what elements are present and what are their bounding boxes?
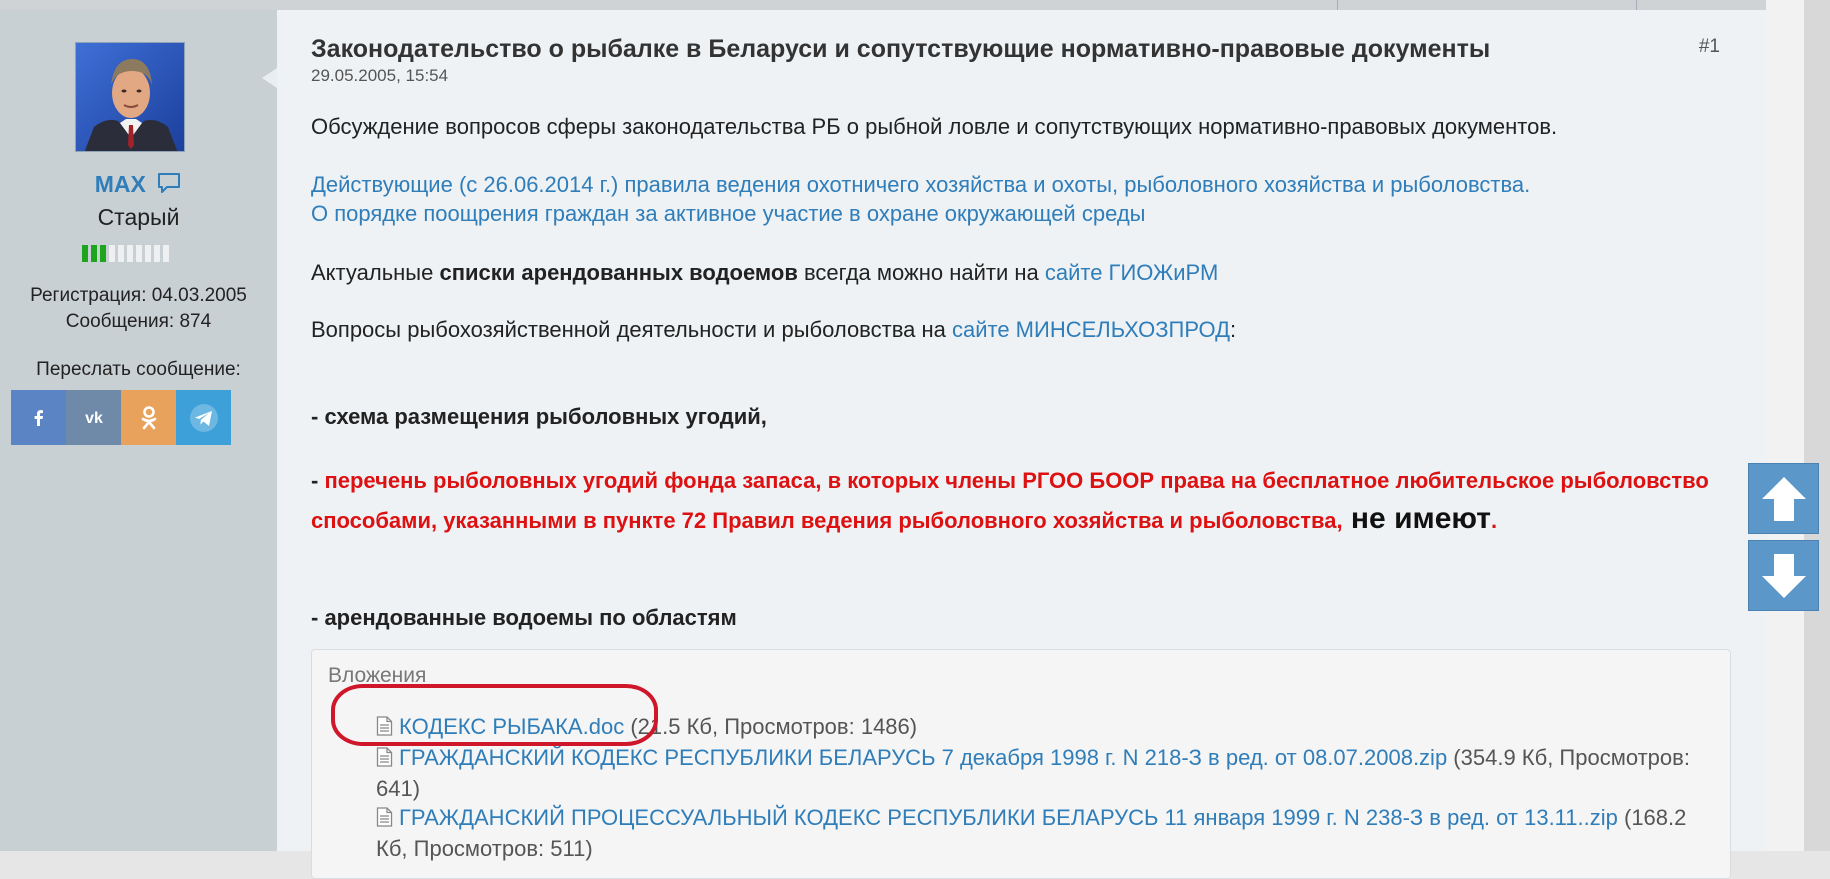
text-segment: :	[1230, 317, 1237, 342]
reputation-segment	[163, 245, 169, 262]
telegram-icon	[189, 403, 218, 432]
text-segment: Актуальные	[311, 260, 440, 285]
rented-by-region-line: - арендованные водоемы по областям	[311, 605, 737, 630]
right-rail-edge	[1804, 0, 1830, 851]
reputation-segment	[154, 245, 160, 262]
share-vk-button[interactable]: vk	[66, 390, 121, 445]
text-segment-bold: списки арендованных водоемов	[439, 260, 798, 285]
post-body: Законодательство о рыбалке в Беларуси и …	[277, 10, 1766, 879]
rules-link[interactable]: Действующие (с 26.06.2014 г.) правила ве…	[311, 172, 1530, 197]
user-meta: Регистрация: 04.03.2005 Сообщения: 874	[0, 283, 277, 335]
attachment-meta: (21.5 Кб, Просмотров: 1486)	[624, 714, 918, 739]
facebook-icon	[34, 409, 43, 426]
document-icon	[376, 805, 393, 834]
attachment-item: ГРАЖДАНСКИЙ ПРОЦЕССУАЛЬНЫЙ КОДЕКС РЕСПУБ…	[376, 803, 1696, 863]
right-rail	[1766, 0, 1804, 851]
document-icon	[376, 714, 393, 743]
scroll-to-top-button[interactable]	[1748, 463, 1819, 534]
reserve-emphasis-text: не имеют	[1342, 502, 1491, 535]
share-label: Переслать сообщение:	[36, 359, 241, 380]
reputation-segment	[145, 245, 151, 262]
reputation-segment	[91, 245, 97, 262]
text-segment: .	[1490, 508, 1498, 533]
user-title: Старый	[97, 204, 180, 230]
arrow-up-icon	[1761, 476, 1806, 521]
arrow-down-icon	[1761, 553, 1806, 598]
encouragement-link[interactable]: О порядке поощрения граждан за активное …	[311, 201, 1145, 226]
attachments-title: Вложения	[328, 664, 427, 687]
reputation-segment	[109, 245, 115, 262]
reputation-segment	[82, 245, 88, 262]
reserve-warning-text: перечень рыболовных угодий фонда запаса,…	[311, 468, 1709, 533]
minselhozprod-site-link[interactable]: сайте МИНСЕЛЬХОЗПРОД	[952, 317, 1230, 342]
post: Законодательство о рыбалке в Беларуси и …	[262, 10, 1766, 879]
top-strip-divider	[1636, 0, 1637, 10]
attachment-item: ГРАЖДАНСКИЙ КОДЕКС РЕСПУБЛИКИ БЕЛАРУСЬ 7…	[376, 743, 1696, 803]
reputation-segment	[118, 245, 124, 262]
share-buttons: vk	[11, 390, 231, 445]
user-info-column: MAX Старый Регистрация: 04.03.2005 Сообщ…	[0, 10, 277, 851]
avatar[interactable]	[75, 42, 185, 152]
post-number-link[interactable]: #1	[1699, 36, 1720, 58]
registration-date: Регистрация: 04.03.2005	[30, 285, 247, 306]
post-date: 29.05.2005, 15:54	[311, 66, 449, 85]
share-facebook-button[interactable]	[11, 390, 66, 445]
attachment-link[interactable]: КОДЕКС РЫБАКА.doc	[399, 714, 624, 739]
scroll-to-bottom-button[interactable]	[1748, 540, 1819, 611]
ministry-line: Вопросы рыбохозяйственной деятельности и…	[311, 317, 1236, 343]
share-telegram-button[interactable]	[176, 390, 231, 445]
reputation-segment	[100, 245, 106, 262]
rented-lists-line: Актуальные списки арендованных водоемов …	[311, 260, 1218, 286]
reputation-segment	[127, 245, 133, 262]
attachment-item: КОДЕКС РЫБАКА.doc (21.5 Кб, Просмотров: …	[376, 712, 1696, 743]
svg-text:vk: vk	[85, 410, 103, 427]
text-segment: всегда можно найти на	[797, 260, 1045, 285]
reserve-funds-line: - перечень рыболовных угодий фонда запас…	[311, 462, 1731, 540]
reputation-bar	[82, 245, 169, 262]
attachments-list: КОДЕКС РЫБАКА.doc (21.5 Кб, Просмотров: …	[376, 712, 1696, 863]
attachments-box: Вложения КОДЕКС РЫБАКА.doc (21.5 Кб, Про…	[311, 649, 1731, 879]
share-odnoklassniki-button[interactable]	[121, 390, 176, 445]
attachment-link[interactable]: ГРАЖДАНСКИЙ КОДЕКС РЕСПУБЛИКИ БЕЛАРУСЬ 7…	[399, 745, 1447, 770]
message-count: Сообщения: 874	[65, 311, 212, 332]
username[interactable]: MAX	[0, 171, 277, 201]
username-text[interactable]: MAX	[95, 171, 146, 197]
odnoklassniki-icon	[141, 405, 156, 429]
chat-bubble-icon[interactable]	[156, 171, 182, 201]
post-title: Законодательство о рыбалке в Беларуси и …	[311, 35, 1491, 63]
text-segment: Вопросы рыбохозяйственной деятельности и…	[311, 317, 952, 342]
scheme-line: - схема размещения рыболовных угодий,	[311, 404, 767, 429]
document-icon	[376, 745, 393, 774]
reputation-segment	[136, 245, 142, 262]
top-strip-divider	[1337, 0, 1338, 10]
attachment-link[interactable]: ГРАЖДАНСКИЙ ПРОЦЕССУАЛЬНЫЙ КОДЕКС РЕСПУБ…	[399, 805, 1618, 830]
text-segment: -	[311, 468, 325, 493]
giozhirm-site-link[interactable]: сайте ГИОЖиРМ	[1045, 260, 1218, 285]
vk-icon: vk	[85, 410, 103, 427]
post-intro: Обсуждение вопросов сферы законодательст…	[311, 114, 1558, 139]
avatar-image	[76, 43, 184, 151]
